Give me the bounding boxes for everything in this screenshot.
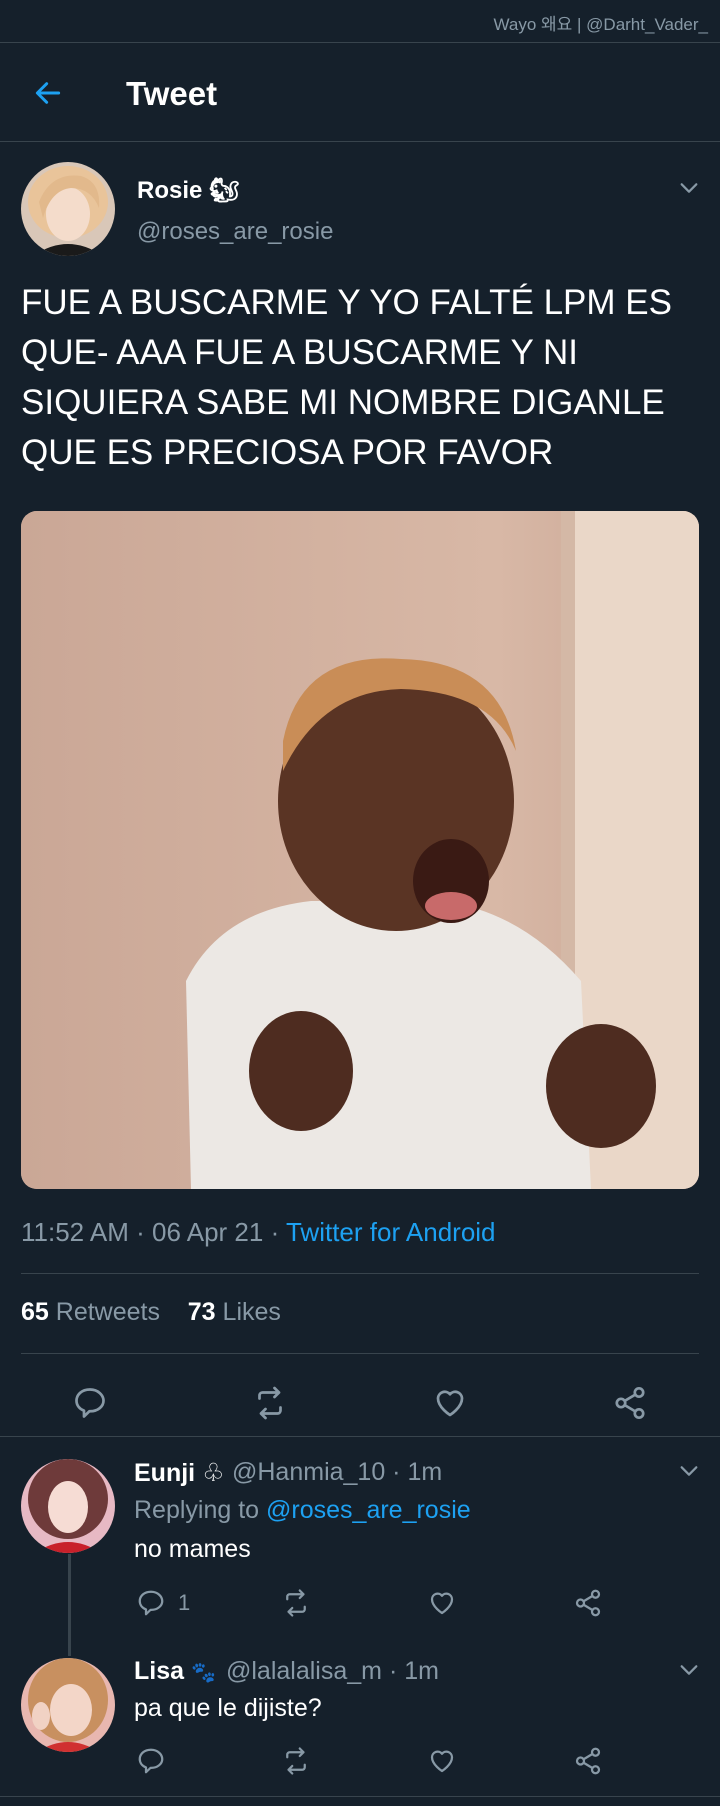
tweet-timestamp: 11:52 AM · 06 Apr 21 · (21, 1217, 286, 1247)
paw-emoji-icon: 🐾 (190, 1662, 216, 1684)
replying-to: Replying to @roses_are_rosie (134, 1496, 471, 1525)
reply-avatar-lisa[interactable] (21, 1658, 115, 1752)
squirrel-emoji-icon: 🐿 (209, 177, 240, 204)
reply-name: Lisa (134, 1657, 185, 1685)
replying-label: Replying to (134, 1496, 267, 1524)
likes-count[interactable]: 73 (188, 1298, 216, 1326)
share-icon[interactable] (573, 1588, 603, 1618)
divider (21, 1273, 699, 1274)
divider (0, 1796, 720, 1797)
reply-meta[interactable]: @lalalalisa_m · 1m (226, 1657, 439, 1686)
author-handle[interactable]: @roses_are_rosie (137, 218, 333, 246)
club-emoji-icon: ♧ (202, 1459, 225, 1487)
reply-icon[interactable] (136, 1746, 166, 1776)
reply-meta[interactable]: @Hanmia_10 · 1m (232, 1458, 442, 1487)
chevron-down-icon[interactable] (678, 1460, 700, 1482)
reply-icon[interactable] (72, 1385, 108, 1421)
reply-text: no mames (134, 1535, 251, 1563)
divider (21, 1353, 699, 1354)
retweets-label[interactable]: Retweets (56, 1298, 160, 1326)
retweets-count[interactable]: 65 (21, 1298, 49, 1326)
reply-count: 1 (178, 1590, 191, 1615)
tweet-text: FUE A BUSCARME Y YO FALTÉ LPM ES QUE- AA… (21, 283, 672, 472)
chevron-down-icon[interactable] (678, 1659, 700, 1681)
watermark: Wayo 왜요 | @Darht_Vader_ (493, 15, 708, 34)
retweet-icon[interactable] (281, 1746, 311, 1776)
app-header: Tweet (0, 43, 720, 142)
tweet-image[interactable] (21, 511, 699, 1189)
likes-label[interactable]: Likes (223, 1298, 281, 1326)
reply-name: Eunji (134, 1459, 196, 1487)
like-heart-icon[interactable] (427, 1746, 457, 1776)
back-arrow-icon[interactable] (32, 77, 64, 109)
author-avatar[interactable] (21, 162, 115, 256)
author-name[interactable]: Rosie 🐿 (137, 176, 240, 205)
page-title: Tweet (126, 75, 218, 112)
reply-avatar-eunji[interactable] (21, 1459, 115, 1553)
tweet-meta: 11:52 AM · 06 Apr 21 · Twitter for Andro… (21, 1217, 496, 1248)
author-name-text: Rosie (137, 177, 203, 204)
reply-author-eunji[interactable]: Eunji ♧ (134, 1458, 224, 1488)
reply-text: pa que le dijiste? (134, 1694, 322, 1722)
tweet-stats: 65 Retweets 73 Likes (21, 1298, 281, 1327)
tweet-source-link[interactable]: Twitter for Android (286, 1217, 496, 1247)
like-heart-icon[interactable] (427, 1588, 457, 1618)
replying-handle-link[interactable]: @roses_are_rosie (266, 1496, 471, 1524)
share-icon[interactable] (612, 1385, 648, 1421)
chevron-down-icon[interactable] (678, 177, 700, 199)
retweet-icon[interactable] (252, 1385, 288, 1421)
divider (0, 1436, 720, 1437)
retweet-icon[interactable] (281, 1588, 311, 1618)
share-icon[interactable] (573, 1746, 603, 1776)
like-heart-icon[interactable] (432, 1385, 468, 1421)
tweet-actions (0, 1370, 720, 1436)
reply-author-lisa[interactable]: Lisa 🐾 (134, 1657, 216, 1686)
reply-icon[interactable] (136, 1588, 166, 1618)
thread-line (68, 1554, 71, 1656)
